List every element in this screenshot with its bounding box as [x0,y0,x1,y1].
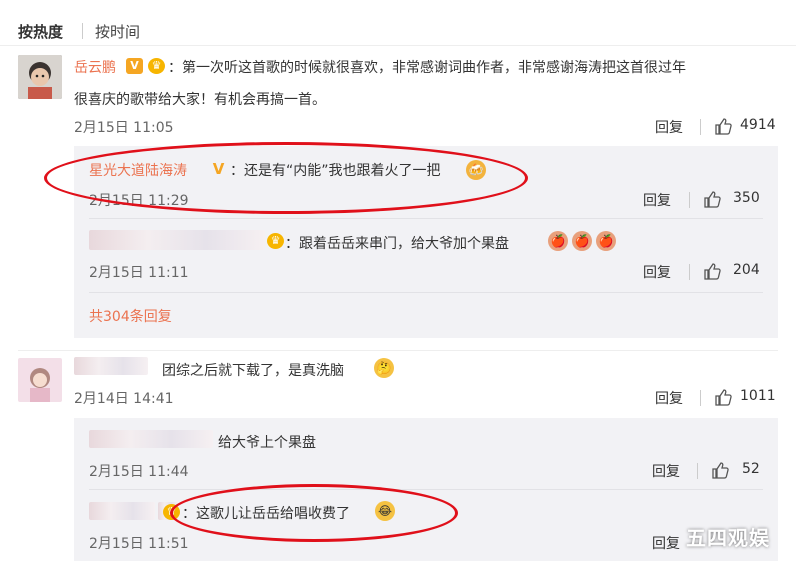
reply-button[interactable]: 回复 [652,533,680,553]
reply-text: 给大爷上个果盘 [218,435,316,451]
reply-button[interactable]: 回复 [652,461,680,481]
reply-time: 2月15日 11:11 [89,265,189,281]
reply-button[interactable]: 回复 [643,262,671,282]
like-icon[interactable] [703,262,721,280]
annotation-oval [170,484,458,542]
like-count: 52 [742,461,760,477]
avatar-image [18,358,62,402]
like-count: 350 [733,190,760,206]
like-count: 1011 [740,388,776,404]
thinking-emoji-icon: 🤔 [374,358,394,378]
comment-text-continued: 很喜庆的歌带给大家！有机会再搞一首。 [74,92,326,108]
crown-icon: ♛ [148,58,165,74]
action-divider [689,264,690,280]
reply-time: 2月15日 11:51 [89,536,189,552]
divider [0,45,796,46]
action-divider [700,390,701,406]
sort-by-hot-tab[interactable]: 按热度 [18,21,63,42]
fruit-plate-emoji-icon: 🍎 [572,231,592,251]
reply-text: ：跟着岳岳来串门，给大爷加个果盘 [285,236,509,252]
like-icon[interactable] [714,388,732,406]
reply-button[interactable]: 回复 [655,117,683,137]
sort-by-time-tab[interactable]: 按时间 [95,21,140,42]
comment-username[interactable]: 岳云鹏 [74,57,116,77]
comment-time: 2月15日 11:05 [74,120,174,136]
like-icon[interactable] [711,461,729,479]
comment-text: ：第一次听这首歌的时候就很喜欢，非常感谢词曲作者，非常感谢海涛把这首很过年 [168,60,686,76]
like-count: 4914 [740,117,776,133]
like-icon[interactable] [703,190,721,208]
comment-time: 2月14日 14:41 [74,391,174,407]
divider [89,489,763,490]
view-more-replies-link[interactable]: 共304条回复 [89,306,172,326]
fruit-plate-emoji-icon: 🍎 [548,231,568,251]
reply-time: 2月15日 11:44 [89,464,189,480]
crown-icon: ♛ [267,233,284,249]
annotation-oval [44,142,528,214]
fruit-plate-emoji-icon: 🍎 [596,231,616,251]
action-divider [697,463,698,479]
verified-icon: V [126,58,143,74]
reply-button[interactable]: 回复 [643,190,671,210]
watermark: 五四观娱 [686,526,770,550]
like-icon[interactable] [714,117,732,135]
blurred-username [89,502,155,520]
action-divider [689,192,690,208]
action-divider [700,119,701,135]
divider [89,218,763,219]
avatar[interactable] [18,358,62,402]
like-count: 204 [733,262,760,278]
avatar[interactable] [18,55,62,99]
tab-divider [82,23,83,39]
comment-text: 团综之后就下载了，是真洗脑 [162,363,344,379]
avatar-image [18,55,62,99]
divider [18,350,778,351]
reply-button[interactable]: 回复 [655,388,683,408]
blurred-username [89,230,265,250]
blurred-username [89,430,213,448]
divider [89,292,763,293]
blurred-username [74,357,148,375]
